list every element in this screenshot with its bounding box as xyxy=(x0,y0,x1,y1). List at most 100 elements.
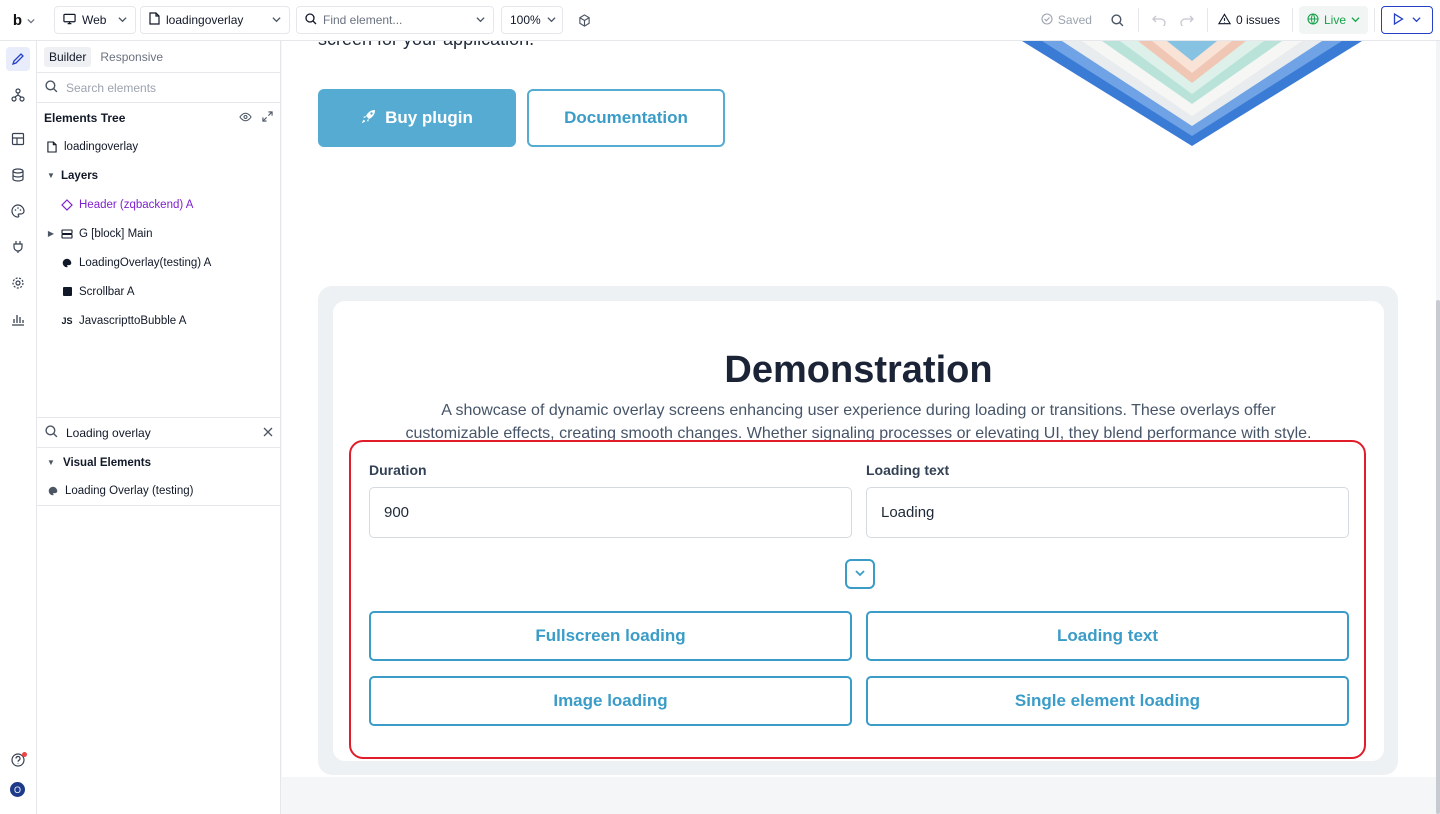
live-version-select[interactable]: Live xyxy=(1298,6,1368,34)
file-icon xyxy=(149,12,160,28)
platform-label: Web xyxy=(82,13,107,27)
top-bar: b Web loadingoverlay Find element... 100… xyxy=(0,0,1440,41)
redo-icon[interactable] xyxy=(1173,6,1201,34)
globe-icon xyxy=(1307,12,1319,28)
loading-text-input[interactable]: Loading xyxy=(866,487,1349,538)
chevron-down-icon xyxy=(476,13,485,27)
check-circle-icon xyxy=(1041,12,1053,28)
duration-label: Duration xyxy=(369,462,427,478)
buy-plugin-button[interactable]: Buy plugin xyxy=(318,89,516,147)
pencil-icon[interactable] xyxy=(6,47,30,71)
chevron-down-icon xyxy=(118,13,127,27)
scrollbar-thumb[interactable] xyxy=(1436,300,1440,814)
tree-item-scrollbar[interactable]: Scrollbar A xyxy=(37,277,280,306)
notification-dot xyxy=(22,752,27,757)
demonstration-section: Demonstration A showcase of dynamic over… xyxy=(318,286,1398,775)
divider xyxy=(1291,8,1293,32)
undo-icon[interactable] xyxy=(1145,6,1173,34)
workflow-icon[interactable] xyxy=(6,83,30,107)
app-logo: b xyxy=(12,11,23,29)
canvas-footer xyxy=(282,777,1436,814)
single-element-loading-button[interactable]: Single element loading xyxy=(866,676,1349,726)
demo-controls-group: Duration 900 Loading text Loading Fullsc… xyxy=(349,440,1366,759)
group-icon xyxy=(61,228,73,239)
search-icon xyxy=(305,12,317,28)
tab-builder[interactable]: Builder xyxy=(44,46,92,67)
find-element-select[interactable]: Find element... xyxy=(296,6,494,34)
plugin-search-input[interactable]: Loading overlay xyxy=(66,426,255,440)
layout-icon[interactable] xyxy=(6,127,30,151)
search-icon[interactable] xyxy=(1104,6,1132,34)
rocket-icon xyxy=(361,108,377,129)
saved-label: Saved xyxy=(1057,13,1092,27)
elements-panel: Builder Responsive Elements Tree loading… xyxy=(37,41,281,814)
duration-input[interactable]: 900 xyxy=(369,487,852,538)
tree-item-label: JavascripttoBubble A xyxy=(79,314,187,327)
palette-icon xyxy=(61,258,73,268)
search-icon xyxy=(45,79,58,96)
warning-icon xyxy=(1217,12,1232,28)
monitor-icon xyxy=(63,13,76,28)
tree-item-label: G [block] Main xyxy=(79,227,153,240)
page-select[interactable]: loadingoverlay xyxy=(140,6,290,34)
fullscreen-loading-button[interactable]: Fullscreen loading xyxy=(369,611,852,661)
square-icon xyxy=(61,287,73,296)
issues-button[interactable]: 0 issues xyxy=(1217,12,1280,28)
expand-icon[interactable] xyxy=(262,110,273,125)
tree-item-label: Header (zqbackend) A xyxy=(79,198,194,211)
diamond-icon xyxy=(61,198,73,211)
play-icon xyxy=(1393,12,1404,28)
chevron-down-icon xyxy=(547,13,556,27)
visual-elements-label: Visual Elements xyxy=(63,456,151,469)
app-logo-menu[interactable]: b xyxy=(0,0,48,40)
saved-status: Saved xyxy=(1041,12,1092,28)
platform-select[interactable]: Web xyxy=(54,6,136,34)
divider xyxy=(1374,8,1375,32)
search-elements-input[interactable] xyxy=(66,80,272,95)
issues-label: 0 issues xyxy=(1235,13,1280,27)
layered-illustration xyxy=(1022,41,1362,146)
page-canvas: screen for your application. Buy plugin … xyxy=(282,41,1436,814)
plugin-search-row: Loading overlay xyxy=(37,418,281,448)
js-icon: JS xyxy=(61,315,73,326)
image-loading-button[interactable]: Image loading xyxy=(369,676,852,726)
chevron-down-icon xyxy=(854,567,866,582)
help-icon[interactable] xyxy=(6,748,30,772)
preview-button[interactable] xyxy=(1381,6,1433,34)
chevron-down-icon xyxy=(272,13,281,27)
visual-elements-header[interactable]: ▼ Visual Elements xyxy=(37,448,281,477)
plug-icon[interactable] xyxy=(6,235,30,259)
chevron-down-icon xyxy=(1412,13,1421,27)
settings-icon[interactable] xyxy=(6,271,30,295)
tree-item-page[interactable]: loadingoverlay xyxy=(37,132,280,161)
loading-text-button[interactable]: Loading text xyxy=(866,611,1349,661)
tree-item-main-group[interactable]: ▶ G [block] Main xyxy=(37,219,280,248)
cube-icon[interactable] xyxy=(570,6,598,34)
database-icon[interactable] xyxy=(6,163,30,187)
demo-title: Demonstration xyxy=(724,349,993,391)
analytics-icon[interactable] xyxy=(6,307,30,331)
close-icon[interactable] xyxy=(263,426,273,440)
visual-element-loading-overlay[interactable]: Loading Overlay (testing) xyxy=(37,477,281,506)
eye-icon[interactable] xyxy=(239,111,252,125)
tree-item-layers[interactable]: ▼ Layers xyxy=(37,161,280,190)
avatar[interactable]: O xyxy=(10,782,25,797)
caret-down-icon[interactable]: ▼ xyxy=(47,458,55,467)
tree-item-label: loadingoverlay xyxy=(64,140,139,153)
tree-item-header[interactable]: Header (zqbackend) A xyxy=(37,190,280,219)
elements-tree-header: Elements Tree xyxy=(37,103,280,132)
zoom-label: 100% xyxy=(510,13,541,27)
left-icon-rail: O xyxy=(0,41,37,814)
caret-down-icon[interactable]: ▼ xyxy=(47,171,55,180)
caret-right-icon[interactable]: ▶ xyxy=(47,229,55,238)
tree-item-javascript[interactable]: JS JavascripttoBubble A xyxy=(37,306,280,335)
tab-responsive[interactable]: Responsive xyxy=(95,47,168,67)
palette-icon[interactable] xyxy=(6,199,30,223)
live-label: Live xyxy=(1323,13,1346,27)
divider xyxy=(1137,8,1139,32)
expand-options-button[interactable] xyxy=(845,559,875,589)
search-elements-row xyxy=(37,73,280,103)
zoom-select[interactable]: 100% xyxy=(501,6,563,34)
documentation-button[interactable]: Documentation xyxy=(527,89,725,147)
tree-item-loading-overlay[interactable]: LoadingOverlay(testing) A xyxy=(37,248,280,277)
